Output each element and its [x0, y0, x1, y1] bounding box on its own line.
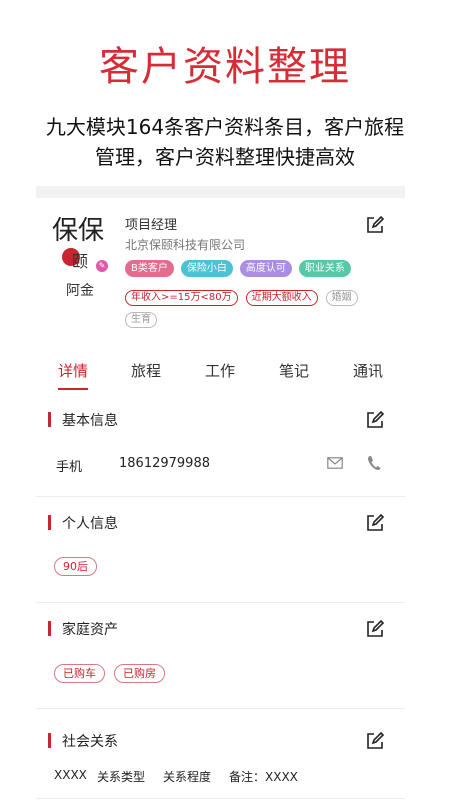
edit-basic-info-button[interactable]: [366, 411, 384, 429]
section-family-assets: 家庭资产 已购车 已购房: [36, 602, 405, 708]
phone-label: 手机: [56, 460, 83, 475]
personal-tag[interactable]: 90后: [54, 557, 97, 576]
section-title: 社会关系: [62, 734, 118, 750]
top-divider: [36, 186, 405, 198]
tag-insurance-novice[interactable]: 保险小白: [180, 260, 233, 277]
tag-marriage[interactable]: 婚姻: [325, 290, 358, 306]
section-title: 家庭资产: [62, 622, 118, 638]
bottom-divider: [36, 798, 405, 799]
job-title: 项目经理: [125, 218, 178, 233]
send-mail-button[interactable]: [327, 457, 343, 469]
logo-text: 保保: [52, 216, 105, 246]
tag-work-relation[interactable]: 职业关系: [298, 260, 351, 277]
edit-profile-button[interactable]: [366, 216, 384, 234]
edit-icon: [367, 411, 384, 428]
section-header: 个人信息: [36, 503, 405, 543]
customer-tags: B类客户 保险小白 高度认可 职业关系: [125, 260, 375, 277]
customer-outline-tags: 年收入>=15万<80万 近期大额收入 婚姻 生育: [125, 290, 375, 328]
mail-icon: [327, 457, 343, 469]
logo-badge-icon: ✎: [96, 260, 108, 272]
edit-personal-info-button[interactable]: [366, 514, 384, 532]
edit-icon: [367, 216, 384, 233]
asset-tag-car[interactable]: 已购车: [54, 664, 105, 683]
section-personal-info: 个人信息 90后: [36, 496, 405, 602]
company-logo: 保保 颐 ✎: [52, 216, 110, 272]
active-tab-indicator: [58, 388, 88, 390]
tag-childbirth[interactable]: 生育: [125, 312, 157, 328]
customer-card: 保保 颐 ✎ 阿金 项目经理 北京保颐科技有限公司 B类客户 保险小白 高度认可…: [36, 198, 405, 800]
edit-icon: [367, 732, 384, 749]
phone-icon: [368, 456, 381, 470]
asset-tag-house[interactable]: 已购房: [114, 664, 165, 683]
logo-text-2: 颐: [72, 252, 89, 271]
promo-title: 客户资料整理: [99, 44, 351, 90]
relation-degree: 关系程度: [163, 770, 212, 784]
edit-family-assets-button[interactable]: [366, 620, 384, 638]
promo-subtitle: 九大模块164条客户资料条目，客户旅程管理，客户资料整理快捷高效: [45, 115, 405, 169]
section-marker: [48, 621, 51, 636]
edit-icon: [367, 620, 384, 637]
tab-journey[interactable]: 旅程: [131, 360, 161, 381]
relation-type: 关系类型: [97, 770, 146, 784]
section-header: 家庭资产: [36, 609, 405, 649]
tag-high-recognition[interactable]: 高度认可: [239, 260, 292, 277]
call-button[interactable]: [367, 455, 381, 471]
tag-annual-income[interactable]: 年收入>=15万<80万: [125, 290, 238, 306]
tag-customer-class[interactable]: B类客户: [125, 260, 174, 277]
section-basic-info: 基本信息 手机 18612979988: [36, 400, 405, 496]
section-title: 基本信息: [62, 413, 118, 429]
section-header: 基本信息: [36, 400, 405, 440]
section-marker: [48, 733, 51, 748]
tag-recent-income[interactable]: 近期大额收入: [245, 290, 318, 306]
relation-note: 备注：XXXX: [229, 770, 298, 784]
section-title: 个人信息: [62, 516, 118, 532]
tab-details[interactable]: 详情: [58, 360, 88, 381]
detail-tabs: 详情 旅程 工作 笔记 通讯: [36, 360, 405, 392]
phone-value[interactable]: 18612979988: [119, 456, 210, 471]
section-header: 社会关系: [36, 721, 405, 761]
section-marker: [48, 515, 51, 530]
edit-social-relations-button[interactable]: [366, 732, 384, 750]
edit-icon: [367, 514, 384, 531]
section-marker: [48, 412, 51, 427]
tab-notes[interactable]: 笔记: [279, 360, 309, 381]
relation-name: XXXX: [54, 768, 87, 782]
tab-contacts[interactable]: 通讯: [353, 360, 383, 381]
tab-work[interactable]: 工作: [205, 360, 235, 381]
customer-name: 阿金: [66, 283, 94, 299]
section-social-relations: 社会关系 XXXX 关系类型 关系程度 备注：XXXX: [36, 708, 405, 800]
company-name: 北京保颐科技有限公司: [125, 238, 246, 252]
